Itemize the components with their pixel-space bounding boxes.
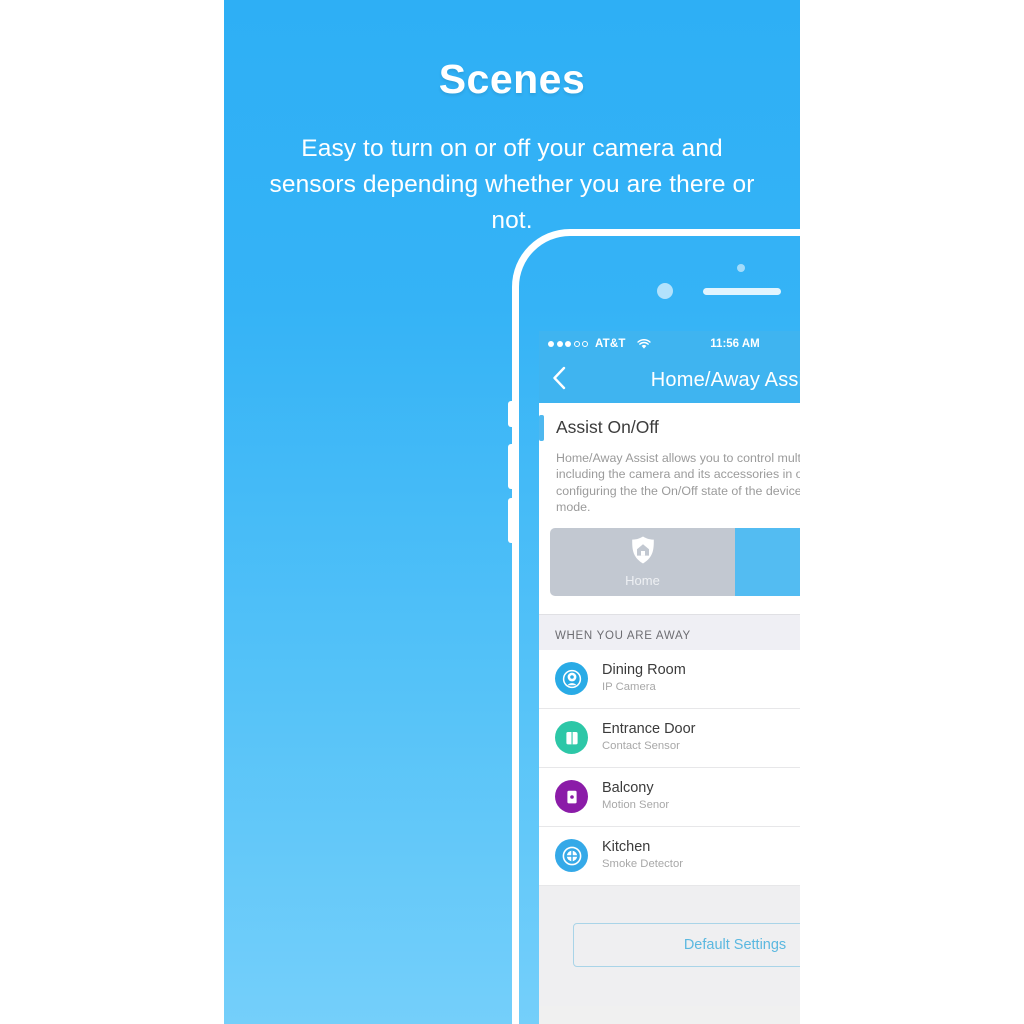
promo-panel: Scenes Easy to turn on or off your camer… xyxy=(224,0,800,1024)
page-title: Scenes xyxy=(438,56,586,102)
table-row[interactable]: Balcony Motion Senor On xyxy=(539,768,800,827)
assist-card: Assist On/Off Home/Away Assist allows yo… xyxy=(539,403,800,614)
camera-icon xyxy=(555,662,588,696)
device-name: Dining Room xyxy=(602,662,686,679)
device-type: IP Camera xyxy=(602,681,656,694)
device-text: Entrance Door Contact Sensor xyxy=(602,721,696,754)
nav-title: Home/Away Assist xyxy=(650,368,800,391)
chevron-left-icon xyxy=(551,365,567,396)
volume-down-button[interactable] xyxy=(508,498,515,543)
section-header: WHEN YOU ARE AWAY xyxy=(539,613,800,650)
device-type: Smoke Detector xyxy=(602,858,683,871)
back-button[interactable] xyxy=(551,357,567,403)
phone-screen: AT&T 11:56 AM Home/Away Ass Assist On/Of… xyxy=(539,331,800,1024)
assist-header-row: Assist On/Off xyxy=(539,403,800,450)
device-name: Entrance Door xyxy=(602,721,696,738)
device-name: Kitchen xyxy=(602,839,651,856)
device-text: Balcony Motion Senor xyxy=(602,780,669,813)
table-row[interactable]: Entrance Door Contact Sensor On xyxy=(539,709,800,768)
mode-tab-away[interactable]: Away xyxy=(735,527,800,596)
assist-title: Assist On/Off xyxy=(556,417,659,437)
device-name: Balcony xyxy=(602,780,654,797)
device-type: Contact Sensor xyxy=(602,740,680,753)
mode-tabs: Home Away xyxy=(550,527,800,596)
nav-bar: Home/Away Assist xyxy=(539,357,800,403)
smoke-detector-icon xyxy=(555,839,588,873)
clock-label: 11:56 AM xyxy=(710,338,760,350)
page-subtitle: Easy to turn on or off your camera and s… xyxy=(269,135,755,234)
front-camera-icon xyxy=(657,283,673,299)
default-settings-button[interactable]: Default Settings xyxy=(573,922,800,967)
page-canvas: Scenes Easy to turn on or off your camer… xyxy=(0,0,1024,1024)
phone-device: AT&T 11:56 AM Home/Away Ass Assist On/Of… xyxy=(508,229,800,1024)
shield-house-icon xyxy=(630,535,656,570)
device-text: Kitchen Smoke Detector xyxy=(602,839,683,872)
accent-bar xyxy=(539,414,544,441)
silent-switch-button[interactable] xyxy=(508,401,515,427)
screen-footer: Default Settings xyxy=(539,885,800,1006)
proximity-sensor-icon xyxy=(737,264,745,272)
device-type: Motion Senor xyxy=(602,799,670,812)
contact-sensor-icon xyxy=(555,721,588,755)
motion-sensor-icon xyxy=(555,780,588,814)
status-bar: AT&T 11:56 AM xyxy=(539,331,800,357)
assist-description: Home/Away Assist allows you to control m… xyxy=(556,451,800,515)
table-row[interactable]: Kitchen Smoke Detector On xyxy=(539,827,800,886)
device-list: Dining Room IP Camera On xyxy=(539,649,800,886)
mode-tab-home[interactable]: Home xyxy=(550,527,735,596)
mode-tab-home-label: Home xyxy=(625,573,660,589)
device-text: Dining Room IP Camera xyxy=(602,662,686,695)
volume-up-button[interactable] xyxy=(508,444,515,489)
table-row[interactable]: Dining Room IP Camera On xyxy=(539,650,800,709)
earpiece-speaker-icon xyxy=(703,288,781,295)
